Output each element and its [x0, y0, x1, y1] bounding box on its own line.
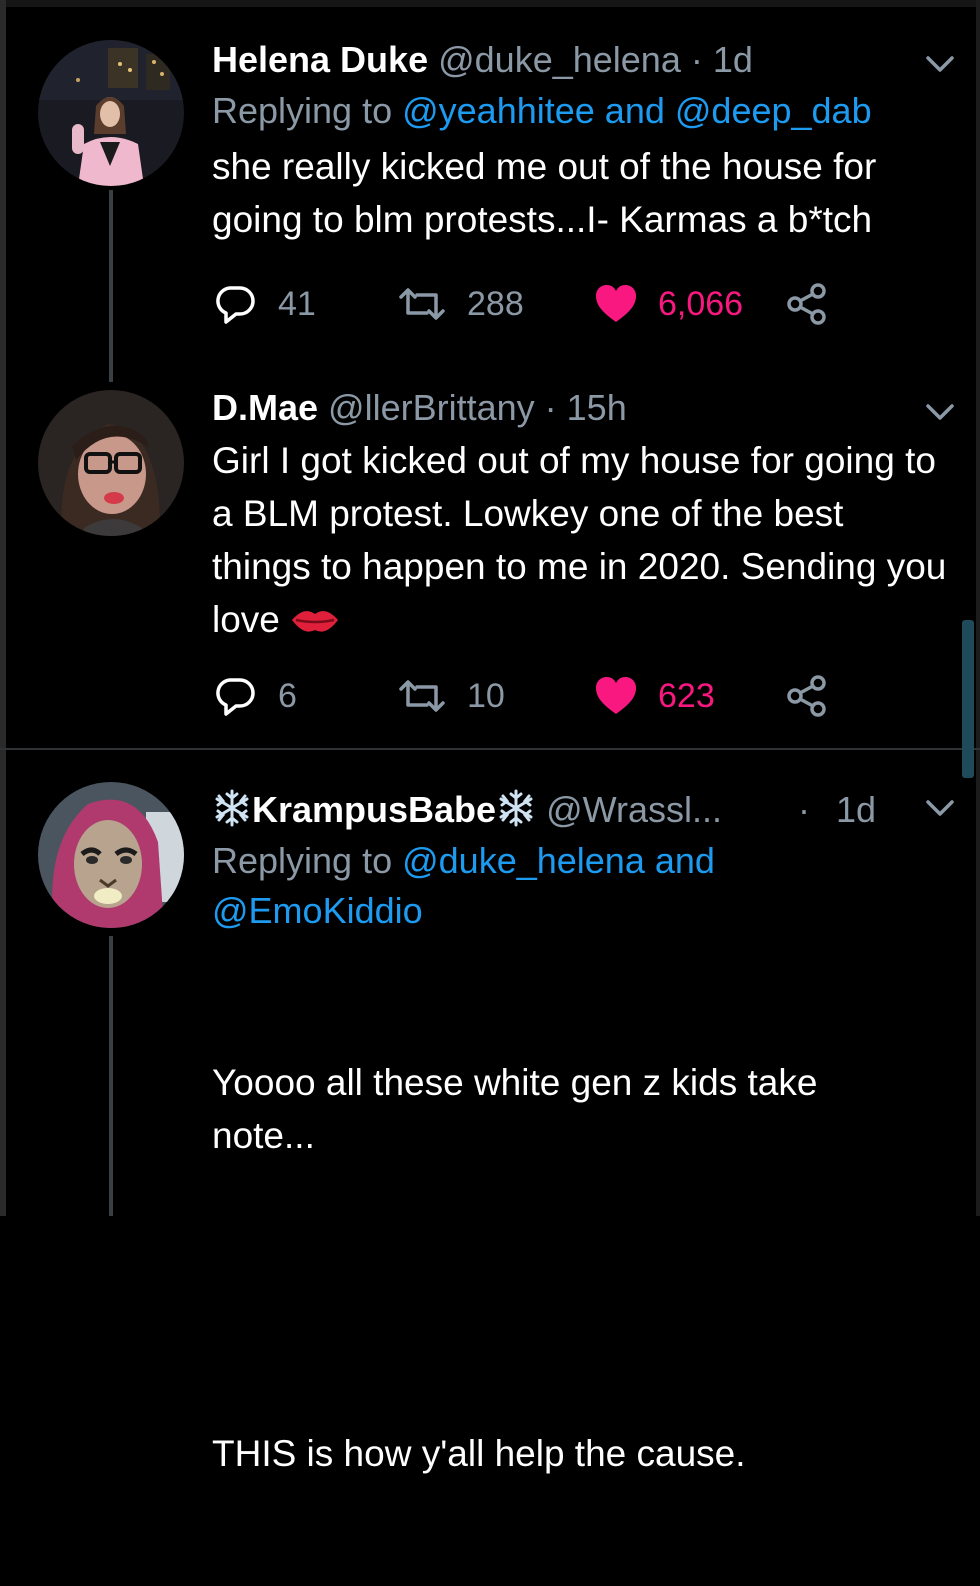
- avatar[interactable]: [38, 40, 184, 186]
- tweet-header: D.Mae @llerBrittany · 15h: [212, 386, 952, 430]
- retweet-count: 288: [467, 284, 524, 323]
- mention-link[interactable]: @deep_dab: [675, 90, 872, 131]
- screen-edge-right: [976, 0, 980, 1216]
- avatar-photo: [38, 390, 184, 536]
- tweet-divider: [0, 748, 980, 750]
- avatar-photo: [38, 40, 184, 186]
- chevron-down-icon[interactable]: [920, 788, 960, 828]
- avatar-photo: [38, 782, 184, 928]
- tweet-header: KrampusBabe @Wrassl... · 1d: [212, 788, 952, 832]
- timestamp[interactable]: 15h: [567, 387, 627, 428]
- snowflake-icon: [215, 789, 249, 827]
- separator-dot: ·: [534, 387, 567, 428]
- reply-button[interactable]: 41: [212, 280, 316, 328]
- display-name[interactable]: Helena Duke: [212, 39, 428, 80]
- share-icon: [787, 675, 826, 717]
- replying-to-line: Replying to @yeahhitee and @deep_dab: [212, 86, 952, 136]
- reply-icon: [216, 678, 255, 716]
- tweet-text: Yoooo all these white gen z kids take no…: [212, 950, 912, 1586]
- chevron-down-icon[interactable]: [920, 44, 960, 84]
- retweet-button[interactable]: 10: [397, 672, 505, 720]
- share-icon: [787, 283, 826, 325]
- top-border: [0, 0, 980, 7]
- thread-line: [109, 190, 113, 382]
- replying-to-line: Replying to @duke_helena and @EmoKiddio: [212, 836, 952, 936]
- avatar[interactable]: [38, 782, 184, 928]
- tweet-header: Helena Duke @duke_helena · 1d: [212, 38, 952, 82]
- like-button[interactable]: 623: [594, 672, 715, 720]
- replying-to-label: Replying to: [212, 90, 403, 131]
- mention-link[interactable]: @yeahhitee: [402, 90, 595, 131]
- replying-to-label: Replying to: [212, 840, 403, 881]
- heart-icon: [596, 285, 636, 322]
- display-name[interactable]: KrampusBabe: [252, 789, 496, 830]
- tweet-actions: 41 288 6,066: [212, 280, 852, 328]
- like-count: 623: [658, 676, 715, 715]
- separator-dot: ·: [798, 789, 810, 830]
- user-handle[interactable]: @llerBrittany: [328, 387, 535, 428]
- scrollbar[interactable]: [962, 620, 974, 778]
- mention-joiner: and: [594, 90, 675, 131]
- tweet-text-line: THIS is how y'all help the cause.: [212, 1433, 746, 1474]
- heart-icon: [596, 677, 636, 714]
- timestamp[interactable]: 1d: [713, 39, 753, 80]
- share-button[interactable]: [784, 280, 850, 328]
- reply-icon: [216, 286, 255, 324]
- display-name[interactable]: D.Mae: [212, 387, 318, 428]
- retweet-icon: [399, 288, 445, 320]
- tweet-actions: 6 10 623: [212, 672, 852, 720]
- user-handle[interactable]: @Wrassl...: [546, 789, 722, 830]
- like-count: 6,066: [658, 284, 744, 323]
- separator-dot: ·: [680, 39, 713, 80]
- timestamp[interactable]: 1d: [836, 788, 876, 832]
- mention-link[interactable]: @duke_helena: [402, 840, 645, 881]
- reply-count: 6: [278, 676, 297, 715]
- user-handle[interactable]: @duke_helena: [438, 39, 681, 80]
- chevron-down-icon[interactable]: [920, 392, 960, 432]
- mention-joiner: and: [644, 840, 715, 881]
- reply-count: 41: [278, 284, 316, 323]
- tweet-text: she really kicked me out of the house fo…: [212, 146, 887, 240]
- retweet-count: 10: [467, 676, 505, 715]
- tweet-text-line: Yoooo all these white gen z kids take no…: [212, 1062, 828, 1156]
- reply-button[interactable]: 6: [212, 672, 297, 720]
- retweet-button[interactable]: 288: [397, 280, 524, 328]
- paragraph-break: [212, 1268, 912, 1321]
- screen-edge-left: [0, 0, 6, 1216]
- thread-line: [109, 936, 113, 1216]
- mention-link[interactable]: @EmoKiddio: [212, 890, 423, 931]
- avatar[interactable]: [38, 390, 184, 536]
- tweet-text: Girl I got kicked out of my house for go…: [212, 434, 952, 646]
- snowflake-icon: [499, 789, 533, 827]
- like-button[interactable]: 6,066: [594, 280, 743, 328]
- share-button[interactable]: [784, 672, 850, 720]
- retweet-icon: [399, 680, 445, 712]
- kiss-mark-emoji: [292, 611, 339, 632]
